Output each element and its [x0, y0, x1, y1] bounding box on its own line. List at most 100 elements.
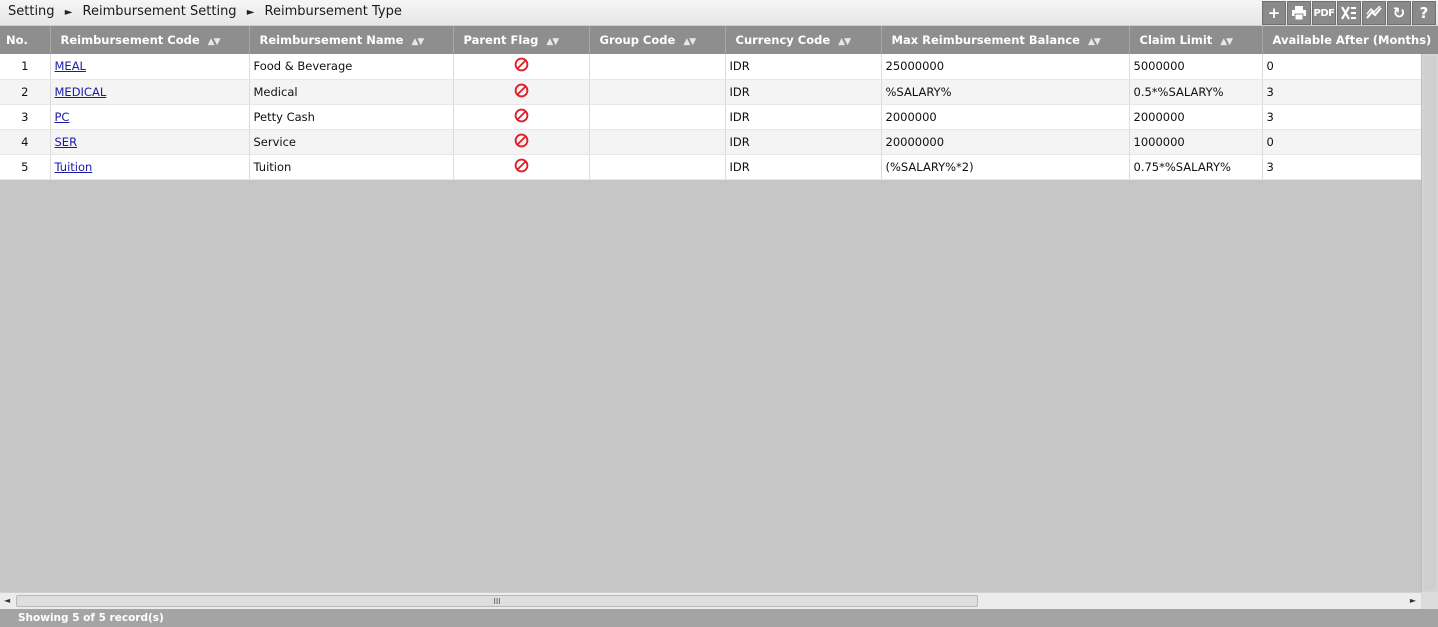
parent-flag-cell [453, 79, 590, 105]
table-row[interactable]: 5 Tuition Tuition IDR (%SALARY%*2) 0.75*%SALA… [0, 154, 1438, 180]
reimbursement-code-cell: SER [50, 129, 250, 155]
breadcrumb-item-reimbursement-type: Reimbursement Type [264, 4, 402, 19]
top-bar: Setting ► Reimbursement Setting ► Reimbu… [0, 0, 1438, 26]
scroll-right-arrow[interactable]: ► [1410, 596, 1416, 605]
claim-limit-cell: 5000000 [1129, 54, 1263, 80]
breadcrumb-item-setting[interactable]: Setting [8, 4, 55, 19]
breadcrumb-separator: ► [64, 7, 73, 18]
sort-icon[interactable]: ▲▼ [208, 37, 221, 47]
no-flag-icon [514, 108, 529, 126]
sort-icon[interactable]: ▲▼ [411, 37, 424, 47]
currency-code-cell: IDR [725, 154, 882, 180]
claim-limit-cell: 0.5*%SALARY% [1129, 79, 1263, 105]
toolbar: + PDF ↻ ? [1262, 1, 1436, 25]
print-button[interactable] [1287, 1, 1311, 25]
sort-icon[interactable]: ▲▼ [838, 37, 851, 47]
group-code-cell [589, 79, 726, 105]
reimbursement-name-cell: Food & Beverage [249, 54, 454, 80]
breadcrumb-separator: ► [246, 7, 255, 18]
scroll-left-arrow[interactable]: ◄ [4, 596, 10, 605]
sort-icon[interactable]: ▲▼ [1088, 37, 1101, 47]
claim-limit-cell: 1000000 [1129, 129, 1263, 155]
currency-code-cell: IDR [725, 129, 882, 155]
max-balance-cell: 25000000 [881, 54, 1130, 80]
parent-flag-cell [453, 129, 590, 155]
row-number: 4 [0, 129, 51, 155]
scrollbar-corner [1421, 592, 1438, 609]
reimbursement-name-cell: Medical [249, 79, 454, 105]
no-flag-icon [514, 133, 529, 151]
reimbursement-code-link[interactable]: MEAL [55, 59, 86, 73]
parent-flag-cell [453, 104, 590, 130]
group-code-cell [589, 54, 726, 80]
help-button[interactable]: ? [1412, 1, 1436, 25]
no-flag-icon [514, 83, 529, 101]
table-row[interactable]: 1 MEAL Food & Beverage IDR 25000000 5000000 0 [0, 54, 1438, 80]
reimbursement-code-cell: Tuition [50, 154, 250, 180]
max-balance-cell: 2000000 [881, 104, 1130, 130]
table-row[interactable]: 2 MEDICAL Medical IDR %SALARY% 0.5*%SALARY% 3 [0, 79, 1438, 105]
table-row[interactable]: 4 SER Service IDR 20000000 1000000 0 [0, 129, 1438, 155]
column-header-parent-flag[interactable]: Parent Flag ▲▼ [453, 26, 590, 54]
table-row[interactable]: 3 PC Petty Cash IDR 2000000 2000000 3 [0, 104, 1438, 130]
chart-button[interactable] [1362, 1, 1386, 25]
row-number: 2 [0, 79, 51, 105]
parent-flag-cell [453, 54, 590, 80]
reimbursement-code-link[interactable]: SER [55, 135, 78, 149]
vertical-scroll-thumb[interactable] [1424, 56, 1436, 590]
column-header-currency-code[interactable]: Currency Code ▲▼ [725, 26, 882, 54]
status-bar: Showing 5 of 5 record(s) [0, 609, 1438, 627]
column-header-group-code[interactable]: Group Code ▲▼ [589, 26, 726, 54]
column-header-reimbursement-name[interactable]: Reimbursement Name ▲▼ [249, 26, 454, 54]
column-header-max-reimbursement-balance[interactable]: Max Reimbursement Balance ▲▼ [881, 26, 1130, 54]
reimbursement-code-cell: MEAL [50, 54, 250, 80]
column-header-claim-limit[interactable]: Claim Limit ▲▼ [1129, 26, 1263, 54]
available-after-cell: 0 [1262, 54, 1438, 80]
horizontal-scrollbar[interactable]: ◄ III ► [0, 592, 1421, 609]
no-flag-icon [514, 57, 529, 75]
sort-icon[interactable]: ▲▼ [546, 37, 559, 47]
max-balance-cell: 20000000 [881, 129, 1130, 155]
refresh-icon: ↻ [1392, 4, 1406, 22]
horizontal-scroll-thumb[interactable]: III [16, 595, 978, 607]
excel-icon [1341, 6, 1356, 20]
breadcrumb: Setting ► Reimbursement Setting ► Reimbu… [8, 4, 402, 19]
max-balance-cell: %SALARY% [881, 79, 1130, 105]
reimbursement-type-page: Setting ► Reimbursement Setting ► Reimbu… [0, 0, 1438, 627]
header-row: No. Reimbursement Code ▲▼ Reimbursement N… [0, 26, 1438, 54]
column-header-available-after[interactable]: Available After (Months) [1262, 26, 1438, 54]
sort-icon[interactable]: ▲▼ [683, 37, 696, 47]
reimbursement-code-cell: PC [50, 104, 250, 130]
row-number: 5 [0, 154, 51, 180]
currency-code-cell: IDR [725, 104, 882, 130]
breadcrumb-item-reimbursement-setting[interactable]: Reimbursement Setting [83, 4, 237, 19]
reimbursement-code-cell: MEDICAL [50, 79, 250, 105]
available-after-cell: 3 [1262, 79, 1438, 105]
scroll-grip-icon: III [493, 596, 501, 606]
pdf-icon: PDF [1313, 7, 1335, 19]
group-code-cell [589, 104, 726, 130]
record-count: Showing 5 of 5 record(s) [18, 612, 164, 624]
reimbursement-code-link[interactable]: MEDICAL [55, 85, 107, 99]
reimbursement-code-link[interactable]: PC [55, 110, 70, 124]
export-pdf-button[interactable]: PDF [1312, 1, 1336, 25]
currency-code-cell: IDR [725, 79, 882, 105]
reimbursement-name-cell: Tuition [249, 154, 454, 180]
reimbursement-code-link[interactable]: Tuition [55, 160, 93, 174]
column-header-reimbursement-code[interactable]: Reimbursement Code ▲▼ [50, 26, 250, 54]
row-number: 1 [0, 54, 51, 80]
column-header-no[interactable]: No. [0, 26, 51, 54]
no-flag-icon [514, 158, 529, 176]
sort-icon[interactable]: ▲▼ [1220, 37, 1233, 47]
claim-limit-cell: 0.75*%SALARY% [1129, 154, 1263, 180]
group-code-cell [589, 129, 726, 155]
available-after-cell: 3 [1262, 154, 1438, 180]
parent-flag-cell [453, 154, 590, 180]
vertical-scrollbar[interactable] [1421, 54, 1438, 592]
add-button[interactable]: + [1262, 1, 1286, 25]
help-icon: ? [1419, 4, 1429, 22]
available-after-cell: 0 [1262, 129, 1438, 155]
refresh-button[interactable]: ↻ [1387, 1, 1411, 25]
data-grid: No. Reimbursement Code ▲▼ Reimbursement N… [0, 26, 1438, 592]
export-excel-button[interactable] [1337, 1, 1361, 25]
